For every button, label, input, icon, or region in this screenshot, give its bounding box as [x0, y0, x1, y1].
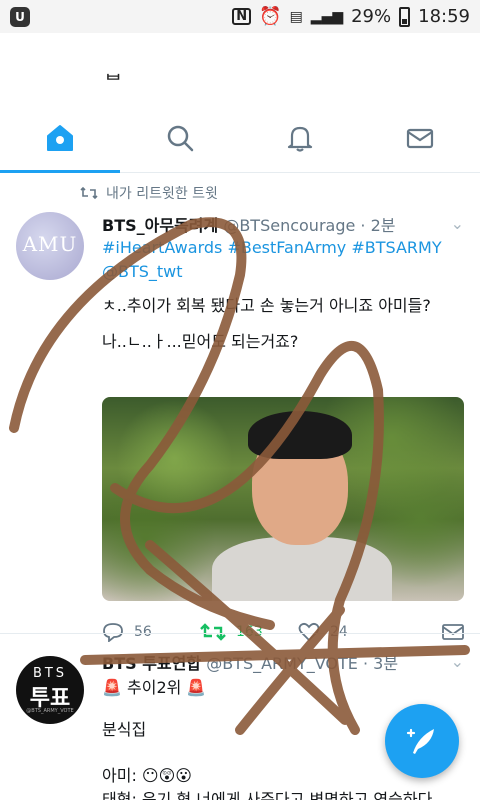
clock: 18:59 — [418, 6, 470, 27]
nfc-icon: N — [232, 8, 252, 25]
author-handle[interactable]: @BTSencourage — [223, 216, 355, 235]
tweet-text: ㅊ..추이가 회복 됐다고 손 놓는거 아니죠 아미들? — [102, 296, 431, 315]
author-handle[interactable]: @BTS_ARMY_VOTE — [206, 654, 358, 673]
home-icon — [47, 124, 73, 151]
chevron-down-icon[interactable]: ⌄ — [451, 652, 464, 671]
wifi-icon: ▤ — [289, 8, 303, 25]
tweet-time: · 2분 — [360, 216, 396, 235]
battery-percent: 29% — [351, 6, 392, 27]
app-notification-icon: U — [10, 6, 30, 27]
compose-tweet-button[interactable] — [385, 704, 459, 778]
author-name[interactable]: BTS_아무독려계 — [102, 216, 218, 235]
battery-icon — [399, 6, 411, 27]
status-bar: U N ⏰ ▤ ▂▄▆ 29% 18:59 — [0, 0, 480, 33]
app-header: ᆸ — [0, 33, 480, 103]
tab-notifications[interactable] — [240, 103, 360, 172]
avatar[interactable]: AMU — [16, 212, 84, 280]
author-name[interactable]: BTS 투표연합 — [102, 654, 201, 673]
tab-messages[interactable] — [360, 103, 480, 172]
bell-icon — [287, 126, 313, 152]
chevron-down-icon[interactable]: ⌄ — [451, 214, 464, 233]
media-figure-hair — [248, 411, 352, 459]
tab-search[interactable] — [120, 103, 240, 172]
avatar-text: AMU — [22, 232, 78, 256]
media-figure-body — [212, 537, 392, 601]
tweet-text-2: 나..ㄴ..ㅏ...믿어도 되는거죠? — [102, 332, 299, 351]
avatar[interactable]: BTS 투표 @BTS_ARMY_VOTE — [16, 656, 84, 724]
tweet-text-4: 태형: 윤기 형 너에게 사준다고 변명하고 연습하다 — [102, 790, 433, 800]
header-title: ᆸ — [104, 59, 123, 83]
tweet-media-image[interactable] — [102, 397, 464, 601]
signal-icon: ▂▄▆ — [310, 8, 344, 25]
tweet-header: BTS_아무독려계 @BTSencourage · 2분 — [102, 212, 464, 236]
search-icon — [167, 125, 194, 151]
mention-link[interactable]: @BTS_twt — [102, 260, 464, 284]
alarm-icon: ⏰ — [259, 5, 282, 27]
tweet-text: 🚨 추이2위 🚨 — [102, 678, 207, 697]
tweet-time: · 3분 — [362, 654, 399, 673]
avatar-text: @BTS_ARMY_VOTE — [26, 708, 74, 714]
hashtags[interactable]: #iHeartAwards #BestFanArmy #BTSARMY — [102, 236, 464, 260]
tab-home[interactable] — [0, 103, 120, 173]
mail-icon — [406, 128, 434, 148]
tab-bar — [0, 103, 480, 173]
tweet-header: BTS 투표연합 @BTS_ARMY_VOTE · 3분 — [102, 650, 442, 674]
compose-feather-icon — [406, 728, 434, 754]
tweet[interactable]: AMU BTS_아무독려계 @BTSencourage · 2분 #iHeart… — [0, 198, 480, 642]
avatar-text: BTS — [32, 666, 68, 681]
